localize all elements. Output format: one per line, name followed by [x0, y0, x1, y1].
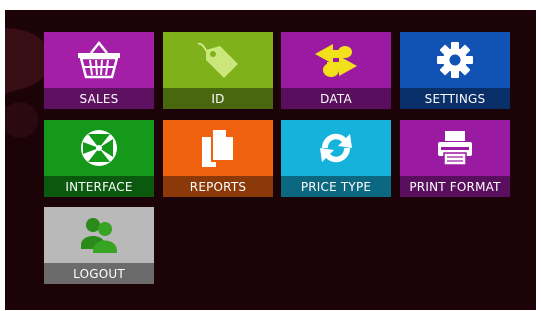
tile-label: SALES	[44, 88, 154, 109]
documents-icon	[202, 128, 235, 167]
tile-label: SETTINGS	[400, 88, 510, 109]
tile-label: DATA	[281, 88, 391, 109]
tile-reports[interactable]: REPORTS	[163, 120, 273, 197]
tile-icon-area	[44, 207, 154, 263]
tile-icon-area	[163, 32, 273, 88]
aperture-icon	[81, 130, 117, 166]
tag-icon	[197, 42, 238, 78]
tile-price-type[interactable]: PRICE TYPE	[281, 120, 391, 197]
tile-label: LOGOUT	[44, 263, 154, 284]
tile-icon-area	[281, 32, 391, 88]
tile-icon-area	[44, 32, 154, 88]
sync-arrows-icon	[315, 44, 357, 77]
tile-label: INTERFACE	[44, 176, 154, 197]
tile-logout[interactable]: LOGOUT	[44, 207, 154, 284]
tile-label: PRINT FORMAT	[400, 176, 510, 197]
tile-settings[interactable]: SETTINGS	[400, 32, 510, 109]
tile-label: PRICE TYPE	[281, 176, 391, 197]
printer-icon	[438, 131, 472, 166]
tile-data[interactable]: DATA	[281, 32, 391, 109]
tile-label: REPORTS	[163, 176, 273, 197]
gear-icon	[437, 42, 473, 78]
tile-label: ID	[163, 88, 273, 109]
tile-icon-area	[163, 120, 273, 176]
tile-icon-area	[281, 120, 391, 176]
tile-icon-area	[44, 120, 154, 176]
tile-print-format[interactable]: PRINT FORMAT	[400, 120, 510, 197]
main-screen: SALES ID DATA SETTINGS INTERFACE REPORTS…	[5, 10, 536, 310]
basket-icon	[78, 41, 120, 79]
tile-interface[interactable]: INTERFACE	[44, 120, 154, 197]
tile-icon-area	[400, 120, 510, 176]
tile-id[interactable]: ID	[163, 32, 273, 109]
tile-icon-area	[400, 32, 510, 88]
users-icon	[81, 218, 117, 253]
tile-sales[interactable]: SALES	[44, 32, 154, 109]
refresh-icon	[320, 133, 352, 163]
